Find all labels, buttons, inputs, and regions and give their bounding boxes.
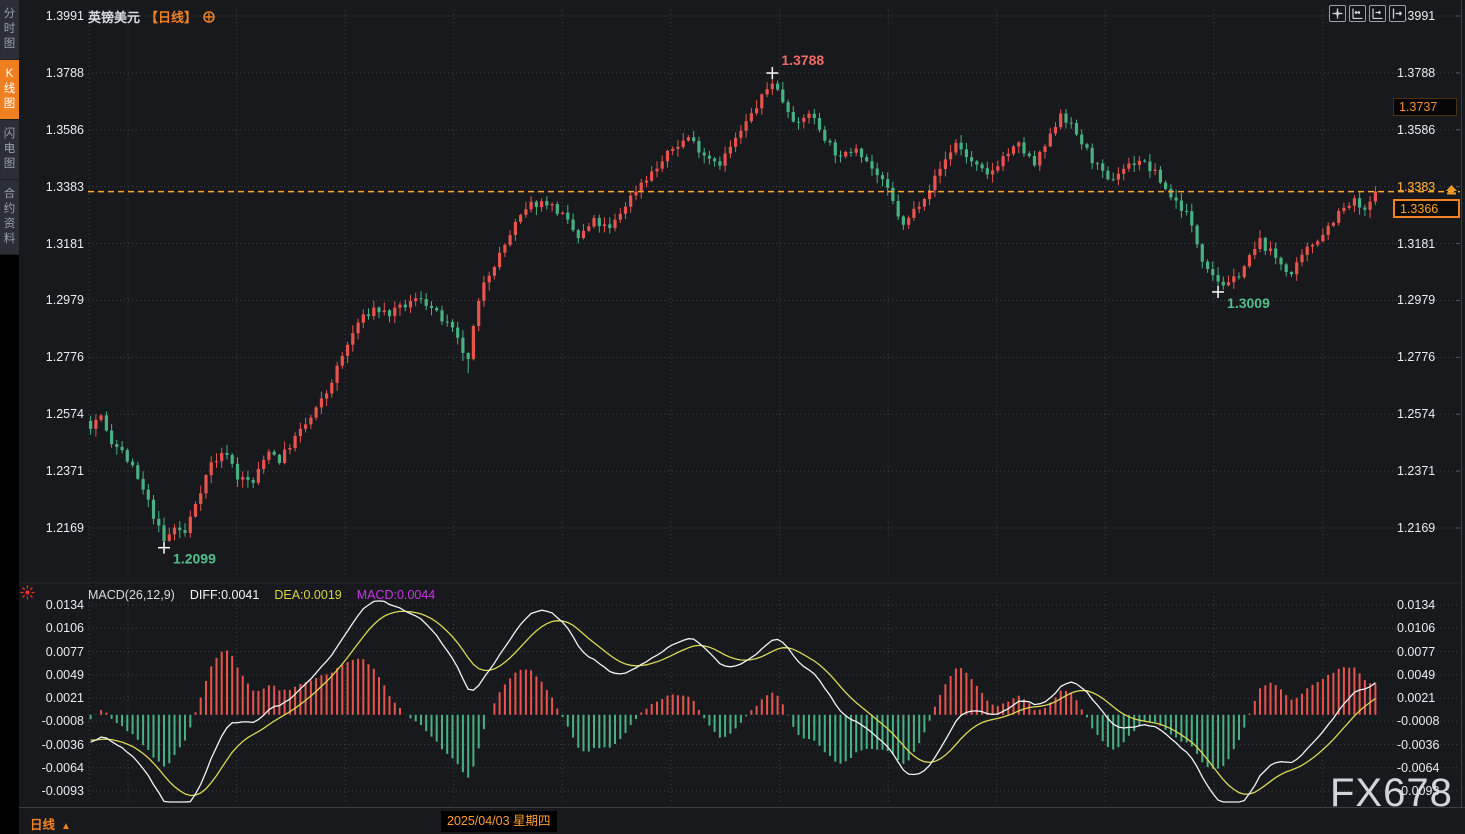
period-selector[interactable]: 日线 ▲: [30, 814, 71, 833]
axis-label-right: 1.2776: [1397, 350, 1435, 364]
axis-label-left: 1.2371: [20, 464, 84, 478]
sidebar: 分时图 K线图 闪电图 合约资料: [0, 0, 19, 834]
period-tag: 【日线】: [145, 7, 197, 26]
macd-diff-value: DIFF:0.0041: [190, 588, 259, 602]
period-dropdown-arrow-icon: ▲: [61, 821, 71, 832]
extreme-annotations: 1.3788 1.2099 1.3009: [158, 52, 1270, 567]
candles: [89, 73, 1377, 548]
axis-label-right: 0.0021: [1397, 691, 1435, 705]
axis-label-left: 1.3181: [20, 237, 84, 251]
axis-label-left: 0.0106: [20, 621, 84, 635]
axis-label-left: 1.3991: [20, 9, 84, 23]
macd-macd-value: MACD:0.0044: [357, 588, 436, 602]
axis-label-right: 0.0134: [1397, 598, 1435, 612]
fit-axis-right-icon[interactable]: [1369, 5, 1386, 22]
crosshair-move-icon[interactable]: [1329, 5, 1346, 22]
axis-label-left: -0.0008: [20, 714, 84, 728]
marked-high-price: 1.3737: [1399, 100, 1437, 114]
macd-dea-value: DEA:0.0019: [274, 588, 341, 602]
sidebar-tab-kline-chart[interactable]: K线图: [0, 60, 19, 120]
fit-axis-left-icon[interactable]: [1349, 5, 1366, 22]
macd-settings-icon[interactable]: [20, 585, 35, 605]
axis-label-right: 1.3586: [1397, 123, 1435, 137]
macd-histogram: [91, 651, 1376, 778]
candlestick-chart-canvas[interactable]: 1.3788 1.2099 1.3009: [0, 0, 1465, 834]
axis-label-right: 1.3181: [1397, 237, 1435, 251]
extreme-price-label: 1.3788: [781, 52, 824, 68]
axis-label-left: 0.0049: [20, 668, 84, 682]
axis-label-left: 1.2979: [20, 293, 84, 307]
axis-label-left: 1.3788: [20, 66, 84, 80]
axis-label-right: 1.2169: [1397, 521, 1435, 535]
chart-app: 分时图 K线图 闪电图 合约资料 英镑美元 【日线】: [0, 0, 1465, 834]
crosshair-date-tooltip: 2025/04/03 星期四: [441, 811, 557, 832]
axis-label-left: 1.3586: [20, 123, 84, 137]
macd-diff-line: [91, 601, 1376, 802]
symbol-title: 英镑美元: [88, 7, 140, 26]
axis-label-left: 1.3383: [20, 180, 84, 194]
axis-label-left: 1.2574: [20, 407, 84, 421]
axis-label-right: -0.0008: [1397, 714, 1439, 728]
axis-label-right: 1.2574: [1397, 407, 1435, 421]
axis-label-right: 0.0077: [1397, 645, 1435, 659]
titlebar: 英镑美元 【日线】: [88, 7, 216, 26]
macd-params-label: MACD(26,12,9): [88, 588, 175, 602]
axis-label-right: 0.0106: [1397, 621, 1435, 635]
sidebar-tab-lightning-chart[interactable]: 闪电图: [0, 120, 19, 180]
axis-label-left: 1.2169: [20, 521, 84, 535]
extreme-price-label: 1.3009: [1227, 295, 1270, 311]
axis-label-left: -0.0064: [20, 761, 84, 775]
axis-label-left: 0.0077: [20, 645, 84, 659]
pan-right-icon[interactable]: [1389, 5, 1406, 22]
indicator-settings-icon[interactable]: [202, 10, 216, 24]
current-price-box: 1.3366: [1393, 199, 1460, 218]
watermark: FX678: [1330, 771, 1453, 816]
sidebar-tab-contract-info[interactable]: 合约资料: [0, 180, 19, 255]
sidebar-tabs: 分时图 K线图 闪电图 合约资料: [0, 0, 19, 255]
bottom-bar: 日线 ▲ 2025/04/03 星期四: [0, 807, 1465, 834]
axis-label-right: -0.0036: [1397, 738, 1439, 752]
chart-toolbar: [1329, 5, 1406, 22]
axis-label-left: 1.2776: [20, 350, 84, 364]
axis-label-left: -0.0036: [20, 738, 84, 752]
marked-high-price-box: 1.3737: [1393, 98, 1457, 116]
axis-label-left: 0.0021: [20, 691, 84, 705]
extreme-price-label: 1.2099: [173, 551, 216, 567]
axis-label-right: 1.3788: [1397, 66, 1435, 80]
axis-label-right: 1.2979: [1397, 293, 1435, 307]
axis-label-right: 0.0049: [1397, 668, 1435, 682]
period-label: 日线: [30, 818, 55, 832]
axis-label-right: 1.2371: [1397, 464, 1435, 478]
axis-label-left: -0.0093: [20, 784, 84, 798]
alert-price-label: 1.3383: [1397, 180, 1435, 194]
macd-legend: MACD(26,12,9) DIFF:0.0041 DEA:0.0019 MAC…: [88, 588, 435, 602]
sidebar-tab-time-chart[interactable]: 分时图: [0, 0, 19, 60]
gridlines: [20, 0, 1462, 807]
current-price: 1.3366: [1400, 202, 1438, 216]
